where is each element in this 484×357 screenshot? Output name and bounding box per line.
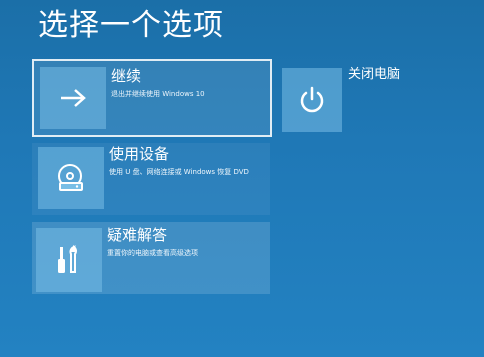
use-device-tile	[38, 147, 104, 209]
continue-option[interactable]: 继续 退出并继续使用 Windows 10	[32, 59, 272, 137]
turn-off-pc-option[interactable]: 关闭电脑	[282, 64, 432, 136]
disc-drive-icon	[56, 163, 86, 193]
tools-icon	[54, 244, 84, 276]
arrow-right-icon	[58, 87, 88, 109]
continue-description: 退出并继续使用 Windows 10	[111, 90, 205, 98]
use-device-title: 使用设备	[109, 145, 170, 163]
continue-tile	[40, 67, 106, 129]
continue-title: 继续	[111, 67, 142, 85]
troubleshoot-option[interactable]: 疑难解答 重置你的电脑或查看高级选项	[32, 222, 270, 294]
troubleshoot-title: 疑难解答	[107, 226, 168, 244]
use-device-option[interactable]: 使用设备 使用 U 盘、网络连接或 Windows 恢复 DVD	[32, 143, 270, 215]
turn-off-pc-tile	[282, 68, 342, 132]
troubleshoot-tile	[36, 228, 102, 292]
turn-off-pc-title: 关闭电脑	[348, 67, 401, 82]
page-title: 选择一个选项	[38, 8, 224, 43]
use-device-description: 使用 U 盘、网络连接或 Windows 恢复 DVD	[109, 168, 249, 176]
power-icon	[297, 85, 327, 115]
troubleshoot-description: 重置你的电脑或查看高级选项	[107, 249, 198, 257]
